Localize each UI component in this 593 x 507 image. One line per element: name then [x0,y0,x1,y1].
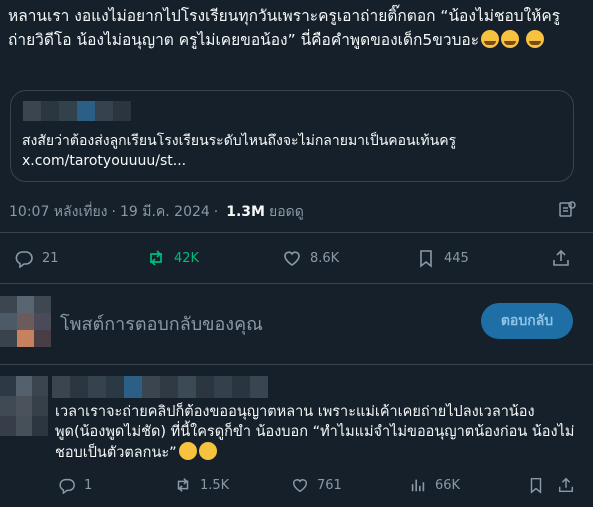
reply-tweet-actions: 1 1.5K 761 66K [0,476,593,498]
quoted-tweet-author-blurred [23,101,131,121]
like-count: 761 [317,477,342,493]
repost-button[interactable]: 1.5K [174,476,229,494]
repost-count: 42K [174,250,200,266]
reply-input[interactable]: โพสต์การตอบกลับของคุณ [60,309,263,338]
reply-count: 1 [84,477,93,493]
heart-icon [292,479,308,493]
reply-button[interactable]: 1 [58,476,92,494]
reply-count: 21 [42,250,59,266]
grimacing-face-emoji [198,442,217,460]
divider [0,364,593,365]
bookmark-icon [420,250,432,268]
tweet-time[interactable]: 10:07 หลังเที่ยง [9,201,108,223]
grimacing-face-emoji [178,442,197,460]
views-count: 66K [435,477,461,493]
meta-separator: · [213,204,219,220]
views-count: 1.3M [226,204,265,220]
bookmark-count: 445 [444,250,469,266]
meta-separator: · [111,204,116,220]
avatar [0,296,52,348]
tweet-actions: 21 42K 8.6K 445 [0,248,593,272]
share-icon [553,249,569,266]
loudly-crying-face-emoji [526,30,545,48]
reply-tweet-body: เวลาเราจะถ่ายคลิปก็ต้องขออนุญาตหลาน เพรา… [55,404,575,461]
tweet-body: หลานเรา งอแงไม่อยากไปโรงเรียนทุกวันเพราะ… [8,7,561,49]
reply-icon [15,251,33,268]
share-icon [558,477,574,493]
reply-button[interactable]: 21 [14,248,59,268]
repost-button[interactable]: 42K [146,248,199,268]
repost-icon [150,250,162,266]
reply-icon [59,478,75,494]
bookmark-button[interactable] [527,476,545,494]
loudly-crying-face-emoji [501,30,520,48]
loudly-crying-face-emoji [481,30,500,48]
like-count: 8.6K [310,250,340,266]
quoted-tweet-body: สงสัยว่าต้องส่งลูกเรียนโรงเรียนระดับไหนถ… [22,133,457,149]
repost-count: 1.5K [200,477,230,493]
reply-author-blurred [52,376,268,398]
reply-tweet-text: เวลาเราจะถ่ายคลิปก็ต้องขออนุญาตหลาน เพรา… [55,402,581,463]
analytics-icon[interactable] [557,199,577,219]
tweet-date[interactable]: 19 มี.ค. 2024 [120,201,210,223]
heart-icon [284,251,300,266]
tweet-text: หลานเรา งอแงไม่อยากไปโรงเรียนทุกวันเพราะ… [8,4,583,52]
like-button[interactable]: 761 [291,476,342,494]
views-button[interactable]: 66K [409,476,460,494]
divider [0,283,593,284]
share-button[interactable] [557,476,575,494]
divider [0,232,593,233]
like-button[interactable]: 8.6K [282,248,339,268]
views-label: ยอดดู [268,204,304,220]
quoted-tweet-text: สงสัยว่าต้องส่งลูกเรียนโรงเรียนระดับไหนถ… [22,131,562,171]
views-bar-chart-icon [411,479,425,492]
repost-icon [177,478,189,492]
bookmark-button[interactable]: 445 [416,248,469,268]
share-button[interactable] [551,248,571,268]
tweet-meta: 10:07 หลังเที่ยง · 19 มี.ค. 2024 · 1.3M … [9,201,304,223]
quoted-tweet-link[interactable]: x.com/tarotyouuuu/st... [22,153,186,169]
reply-composer: โพสต์การตอบกลับของคุณ ตอบกลับ [0,296,593,350]
reply-submit-button[interactable]: ตอบกลับ [481,303,573,339]
quoted-tweet-card[interactable]: สงสัยว่าต้องส่งลูกเรียนโรงเรียนระดับไหนถ… [10,90,574,182]
bookmark-icon [530,477,542,494]
reply-avatar[interactable] [0,376,48,436]
